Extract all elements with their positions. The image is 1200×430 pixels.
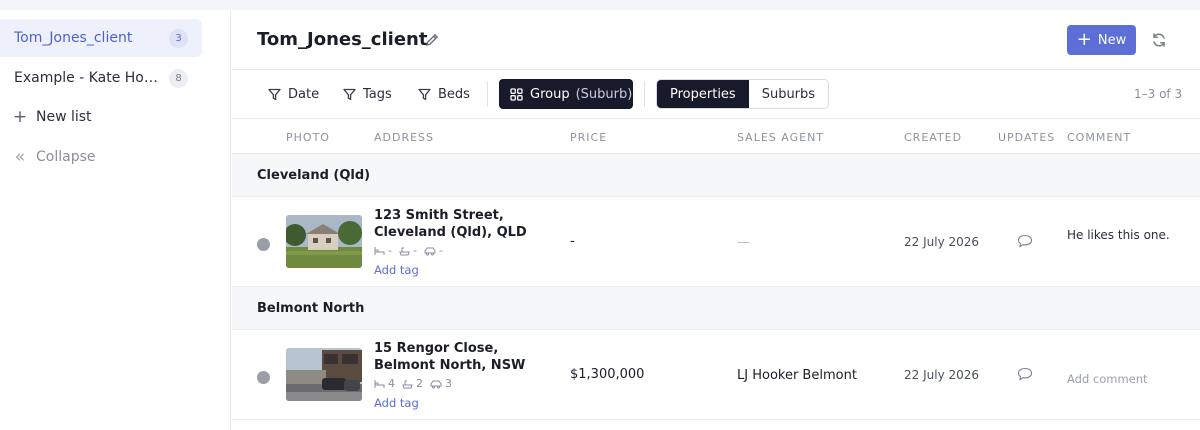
group-button[interactable]: Group (Suburb) [499,79,633,109]
column-created[interactable]: CREATED [904,131,962,144]
new-button[interactable]: + New [1067,25,1136,55]
beds-feature: - [374,244,392,257]
filter-date-label: Date [288,86,320,102]
table-header: PHOTO ADDRESS PRICE SALES AGENT CREATED … [232,120,1200,154]
status-dot[interactable] [257,238,270,251]
new-list-button[interactable]: + New list [12,107,92,127]
beds-count: - [388,244,392,257]
sidebar: Tom_Jones_client 3 Example - Kate Homes … [0,10,231,430]
comment-text[interactable]: He likes this one. [1067,228,1177,243]
sidebar-list-label: Example - Kate Homes [14,70,169,86]
property-photo[interactable] [286,215,362,268]
filter-icon [343,88,356,100]
filter-icon [418,88,431,100]
sales-agent: — [737,235,750,250]
status-dot[interactable] [257,371,270,384]
collapse-button[interactable]: « Collapse [12,147,96,167]
column-updates: UPDATES [998,131,1056,144]
baths-count: 2 [416,377,423,390]
cars-feature: - [424,244,443,257]
filter-icon [268,88,281,100]
add-comment-link[interactable]: Add comment [1067,372,1177,387]
beds-count: 4 [388,377,395,390]
group-header: Belmont North [232,287,1200,330]
view-toggle: Properties Suburbs [656,79,830,109]
toolbar-divider [487,81,488,107]
property-address[interactable]: 123 Smith Street, Cleveland (Qld), QLD [374,207,559,241]
filter-tags-label: Tags [363,86,392,102]
top-strip [0,0,1200,10]
column-price[interactable]: PRICE [570,131,607,144]
cars-count: - [438,244,443,257]
property-address[interactable]: 15 Rengor Close, Belmont North, NSW [374,340,559,374]
table-row[interactable]: 123 Smith Street, Cleveland (Qld), QLD -… [232,197,1200,287]
new-list-label: New list [36,109,92,125]
baths-count: - [412,244,417,257]
baths-feature: - [399,244,417,257]
baths-feature: 2 [402,377,423,390]
property-features: 4 2 3 [374,377,459,390]
sales-agent: LJ Hooker Belmont [737,368,857,383]
main-panel: Tom_Jones_client + New Date Tags Beds Gr… [232,10,1200,430]
property-features: - - - [374,244,450,257]
created-date: 22 July 2026 [904,235,980,249]
toolbar: Date Tags Beds Group (Suburb) Properties… [232,70,1200,119]
group-name: Cleveland (Qld) [257,168,371,183]
comment-bubble-icon[interactable] [1017,234,1033,248]
column-address[interactable]: ADDRESS [374,131,434,144]
car-icon [424,247,436,255]
tab-properties[interactable]: Properties [657,80,749,108]
bath-icon [399,247,410,255]
column-comment: COMMENT [1067,131,1132,144]
refresh-icon[interactable] [1150,31,1168,49]
sidebar-list-label: Tom_Jones_client [14,30,133,46]
filter-beds-label: Beds [438,86,470,102]
cars-count: 3 [445,377,452,390]
group-name: Belmont North [257,301,365,316]
beds-feature: 4 [374,377,395,390]
bath-icon [402,380,413,388]
collapse-label: Collapse [36,149,96,165]
toolbar-divider [644,81,645,107]
property-price: - [570,234,575,249]
sidebar-list-count: 3 [169,28,188,48]
cars-feature: 3 [430,377,452,390]
sidebar-list-count: 8 [169,68,188,88]
new-button-label: New [1097,32,1127,48]
property-price: $1,300,000 [570,367,645,382]
table-row[interactable]: 15 Rengor Close, Belmont North, NSW 4 2 … [232,330,1200,420]
bed-icon [374,379,385,388]
column-sales-agent[interactable]: SALES AGENT [737,131,824,144]
add-tag-link[interactable]: Add tag [374,263,419,277]
bed-icon [374,246,385,255]
double-chevron-left-icon: « [14,147,26,167]
tab-suburbs[interactable]: Suburbs [748,80,829,108]
created-date: 22 July 2026 [904,368,980,382]
grid-icon [510,87,523,101]
group-label: Group [530,86,570,102]
filter-beds[interactable]: Beds [418,83,470,105]
pagination-count: 1–3 of 3 [1134,87,1183,101]
group-value: (Suburb) [575,86,633,102]
filter-date[interactable]: Date [268,83,319,105]
group-header: Cleveland (Qld) [232,154,1200,197]
sidebar-list-tom-jones-client[interactable]: Tom_Jones_client 3 [0,19,202,57]
plus-icon: + [12,107,28,127]
pencil-icon[interactable] [424,32,440,48]
page-title: Tom_Jones_client [257,29,428,50]
comment-bubble-icon[interactable] [1017,367,1033,381]
column-photo: PHOTO [286,131,330,144]
add-tag-link[interactable]: Add tag [374,396,419,410]
filter-tags[interactable]: Tags [343,83,392,105]
title-bar: Tom_Jones_client + New [232,10,1200,70]
plus-icon: + [1076,29,1092,50]
car-icon [430,380,442,388]
property-photo[interactable] [286,348,362,401]
sidebar-list-example-kate-homes[interactable]: Example - Kate Homes 8 [0,59,202,97]
